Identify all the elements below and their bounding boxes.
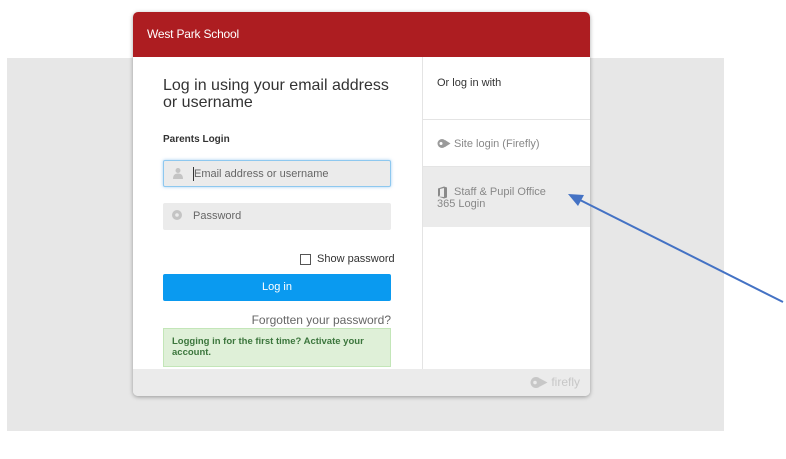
activate-account-notice[interactable]: Logging in for the first time? Activate … — [163, 328, 391, 367]
card-footer: firefly — [133, 369, 590, 396]
firefly-brand: firefly — [530, 375, 580, 389]
firefly-brand-text: firefly — [551, 375, 580, 389]
login-heading: Log in using your email address or usern… — [163, 77, 389, 111]
site-login-label: Site login (Firefly) — [454, 138, 540, 150]
firefly-logo-icon — [530, 376, 548, 388]
alt-login-title: Or log in with — [437, 77, 502, 89]
password-field[interactable] — [163, 203, 391, 230]
login-card: West Park School Log in using your email… — [133, 12, 590, 396]
site-login-option[interactable]: Site login (Firefly) — [423, 119, 590, 166]
email-input[interactable] — [194, 161, 384, 186]
show-password-label: Show password — [317, 253, 395, 265]
firefly-icon — [437, 139, 451, 148]
alt-login-panel: Or log in with Site login (Firefly) Staf… — [422, 57, 590, 369]
school-header: West Park School — [133, 12, 590, 57]
office365-label-line2: 365 Login — [437, 198, 486, 210]
show-password-checkbox[interactable] — [300, 253, 311, 265]
forgot-password-link[interactable]: Forgotten your password? — [252, 313, 391, 327]
user-icon — [173, 168, 183, 179]
password-icon — [172, 210, 182, 220]
email-field[interactable] — [163, 160, 391, 187]
office365-label-line1: Staff & Pupil Office — [454, 186, 546, 198]
password-input[interactable] — [193, 203, 383, 228]
login-form: Log in using your email address or usern… — [133, 57, 422, 369]
office365-login-option[interactable]: Staff & Pupil Office 365 Login — [423, 166, 590, 227]
login-button[interactable]: Log in — [163, 274, 391, 301]
parents-login-label: Parents Login — [163, 134, 230, 145]
show-password-toggle[interactable]: Show password — [300, 252, 395, 266]
